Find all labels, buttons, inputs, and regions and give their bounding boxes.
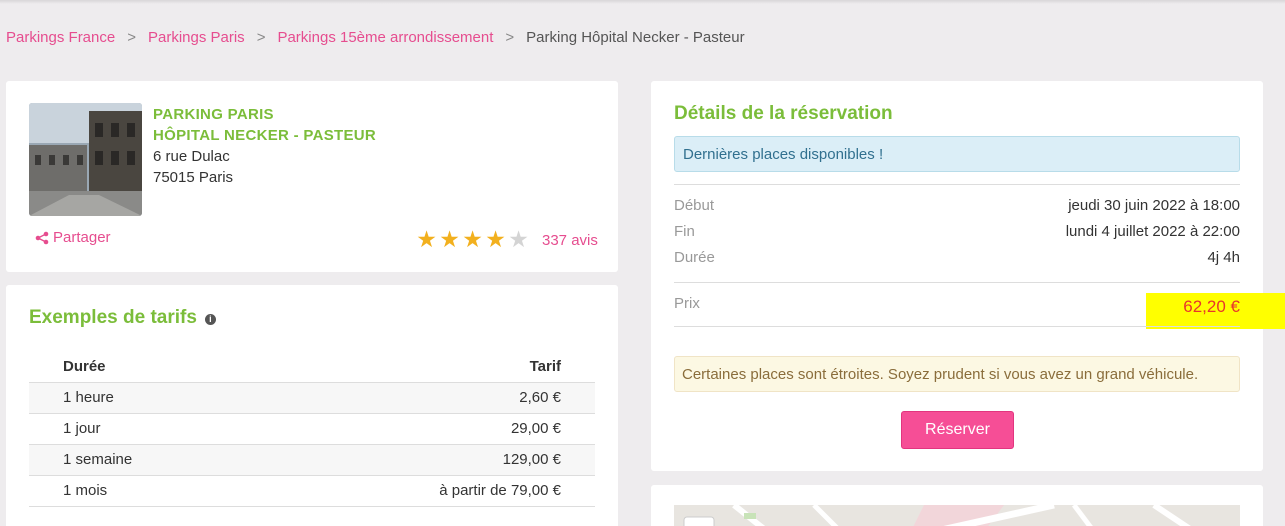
parking-address: 6 rue Dulac 75015 Paris — [153, 146, 233, 188]
tarif-table: Durée Tarif 1 heure 2,60 € 1 jour 29,00 … — [29, 351, 595, 507]
breadcrumb-link-france[interactable]: Parkings France — [6, 29, 115, 46]
availability-alert: Dernières places disponibles ! — [674, 136, 1240, 172]
table-row: 1 semaine 129,00 € — [29, 444, 595, 476]
price-label: Prix — [674, 295, 700, 312]
reservation-title: Détails de la réservation — [674, 103, 893, 124]
breadcrumb-separator: > — [127, 29, 136, 46]
breadcrumb-separator: > — [505, 29, 515, 46]
column-header-price: Tarif — [266, 351, 595, 383]
start-label: Début — [674, 197, 715, 214]
tarifs-card: Exemples de tarifs i Durée Tarif 1 heure… — [6, 285, 618, 526]
start-row: Début jeudi 30 juin 2022 à 18:00 — [674, 197, 1240, 214]
parking-name: PARKING PARIS HÔPITAL NECKER - PASTEUR — [153, 104, 376, 146]
breadcrumb-current: Parking Hôpital Necker - Pasteur — [526, 29, 745, 46]
map[interactable] — [674, 505, 1240, 526]
table-row: 1 mois à partir de 79,00 € — [29, 475, 595, 507]
table-header-row: Durée Tarif — [29, 351, 595, 383]
share-label: Partager — [53, 229, 111, 246]
column-header-duration: Durée — [29, 351, 267, 383]
row-duration: 1 jour — [29, 413, 267, 445]
map-card — [651, 485, 1263, 526]
table-row: 1 heure 2,60 € — [29, 382, 595, 414]
divider — [674, 326, 1240, 327]
address-street: 6 rue Dulac — [153, 148, 230, 165]
row-price: 2,60 € — [266, 382, 595, 414]
row-price: à partir de 79,00 € — [266, 475, 595, 507]
star-icon: ★ — [416, 226, 437, 252]
rating: ★ ★ ★ ★ ★ 337 avis — [415, 228, 598, 251]
star-empty-icon: ★ — [508, 226, 529, 252]
tarifs-title: Exemples de tarifs i — [29, 307, 216, 329]
star-icon: ★ — [485, 226, 506, 252]
divider — [674, 282, 1240, 283]
duration-value: 4j 4h — [1207, 249, 1240, 266]
row-duration: 1 semaine — [29, 444, 267, 476]
row-price: 129,00 € — [266, 444, 595, 476]
share-button[interactable]: Partager — [35, 229, 111, 246]
start-value: jeudi 30 juin 2022 à 18:00 — [1068, 197, 1240, 214]
table-row: 1 jour 29,00 € — [29, 413, 595, 445]
breadcrumb-link-15eme[interactable]: Parkings 15ème arrondissement — [277, 29, 493, 46]
parking-name-line1: PARKING PARIS — [153, 106, 274, 123]
end-row: Fin lundi 4 juillet 2022 à 22:00 — [674, 223, 1240, 240]
price-value: 62,20 € — [1183, 297, 1240, 316]
reviews-link[interactable]: 337 avis — [542, 232, 598, 249]
duration-label: Durée — [674, 249, 715, 266]
reservation-card: Détails de la réservation Dernières plac… — [651, 81, 1285, 471]
breadcrumb-link-paris[interactable]: Parkings Paris — [148, 29, 245, 46]
info-icon[interactable]: i — [204, 314, 216, 325]
breadcrumb: Parkings France > Parkings Paris > Parki… — [6, 29, 745, 46]
parking-photo[interactable] — [29, 103, 142, 216]
top-bar — [0, 0, 1285, 4]
end-value: lundi 4 juillet 2022 à 22:00 — [1065, 223, 1240, 240]
address-city: 75015 Paris — [153, 169, 234, 186]
row-price: 29,00 € — [266, 413, 595, 445]
star-icon: ★ — [462, 226, 483, 252]
share-icon — [35, 231, 49, 244]
row-duration: 1 heure — [29, 382, 267, 414]
warning-alert: Certaines places sont étroites. Soyez pr… — [674, 356, 1240, 392]
star-icon: ★ — [439, 226, 460, 252]
parking-name-line2: HÔPITAL NECKER - PASTEUR — [153, 127, 377, 144]
row-duration: 1 mois — [29, 475, 267, 507]
breadcrumb-separator: > — [256, 29, 266, 46]
divider — [674, 184, 1240, 185]
end-label: Fin — [674, 223, 695, 240]
reserve-button[interactable]: Réserver — [901, 411, 1014, 449]
parking-info-card: PARKING PARIS HÔPITAL NECKER - PASTEUR 6… — [6, 81, 618, 272]
tarifs-title-text: Exemples de tarifs — [29, 307, 197, 328]
duration-row: Durée 4j 4h — [674, 249, 1240, 266]
